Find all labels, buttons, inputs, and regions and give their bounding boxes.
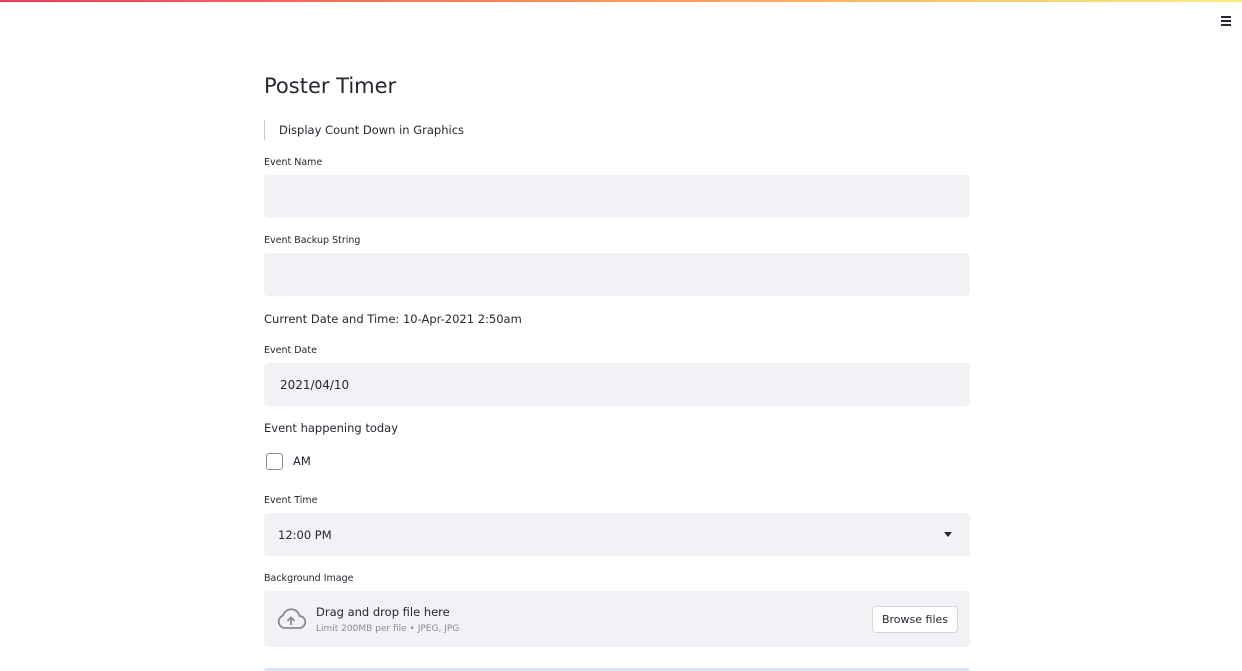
background-image-label: Background Image [264, 573, 354, 584]
event-time-select[interactable]: 12:00 PM [264, 513, 970, 556]
event-backup-input[interactable] [264, 253, 970, 296]
event-time-value: 12:00 PM [278, 527, 332, 542]
dropzone-limit-text: Limit 200MB per file • JPEG, JPG [316, 624, 460, 634]
file-dropzone[interactable]: Drag and drop file here Limit 200MB per … [264, 591, 970, 647]
hamburger-menu-button[interactable] [1216, 12, 1236, 30]
event-name-input[interactable] [264, 175, 970, 218]
event-today-text: Event happening today [264, 421, 399, 435]
am-checkbox[interactable] [266, 452, 283, 470]
browse-files-button[interactable]: Browse files [872, 606, 958, 633]
chevron-down-icon [944, 532, 952, 537]
event-date-label: Event Date [264, 345, 317, 356]
am-checkbox-row[interactable]: AM [266, 451, 311, 471]
hamburger-menu-icon-line [1221, 24, 1231, 26]
display-countdown-toggle[interactable]: Display Count Down in Graphics [264, 120, 464, 140]
page-title: Poster Timer [264, 74, 397, 98]
event-date-input[interactable] [264, 363, 970, 406]
am-checkbox-label: AM [293, 454, 311, 468]
current-datetime-text: Current Date and Time: 10-Apr-2021 2:50a… [264, 312, 522, 326]
hamburger-menu-icon [1221, 16, 1231, 18]
event-backup-label: Event Backup String [264, 235, 361, 246]
event-time-label: Event Time [264, 495, 318, 506]
header-decoration-bar [0, 0, 1242, 2]
event-name-label: Event Name [264, 157, 323, 168]
hamburger-menu-icon-line [1221, 20, 1231, 22]
cloud-upload-icon [277, 608, 306, 629]
dropzone-instructions: Drag and drop file here [316, 605, 450, 619]
display-countdown-label: Display Count Down in Graphics [279, 123, 465, 137]
